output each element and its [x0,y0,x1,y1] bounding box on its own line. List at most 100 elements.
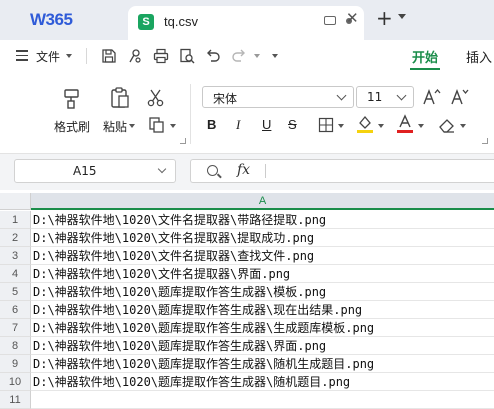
tab-insert[interactable]: 插入 [466,47,492,66]
increase-font-size-icon[interactable] [422,87,442,107]
chevron-down-icon [396,90,407,101]
italic-icon[interactable]: I [236,117,240,133]
document-tab-title: tq.csv [164,14,198,29]
paste-label[interactable]: 粘贴 [103,118,127,135]
file-menu[interactable]: 文件 [36,48,60,65]
print-icon[interactable] [152,47,170,65]
font-name-select[interactable]: 宋体 [202,86,354,108]
cell-a[interactable]: D:\神器软件地\1020\题库提取作答生成器\界面.png [31,337,494,355]
formula-separator [265,164,266,178]
borders-dropdown-icon[interactable] [338,124,344,128]
document-tab[interactable]: S tq.csv [128,6,364,40]
file-menu-caret-icon[interactable] [66,54,72,58]
name-box[interactable]: A15 [14,159,176,183]
underline-icon[interactable]: U [262,117,271,132]
row-header[interactable]: 5 [0,283,31,301]
cell-a[interactable]: D:\神器软件地\1020\文件名提取器\带路径提取.png [31,211,494,229]
fill-color-icon[interactable] [356,114,374,134]
cell-a[interactable]: D:\神器软件地\1020\文件名提取器\界面.png [31,265,494,283]
paste-dropdown-icon[interactable] [129,124,135,128]
cell-a[interactable]: D:\神器软件地\1020\文件名提取器\查找文件.png [31,247,494,265]
redo-icon[interactable] [230,47,248,65]
clipboard-group-launcher-icon[interactable] [180,138,186,144]
table-row: 8 D:\神器软件地\1020\题库提取作答生成器\界面.png [0,337,494,355]
format-painter-icon[interactable] [60,86,84,110]
redo-dropdown-icon[interactable] [254,54,260,58]
table-row: 4 D:\神器软件地\1020\文件名提取器\界面.png [0,265,494,283]
tab-home-underline [410,68,440,70]
screen-icon[interactable] [324,16,336,25]
select-all-corner[interactable] [0,193,31,210]
format-painter-label[interactable]: 格式刷 [54,118,90,135]
title-tab-bar: W365 S tq.csv ✕ + [0,0,494,40]
row-header[interactable]: 6 [0,301,31,319]
undo-icon[interactable] [204,47,222,65]
save-icon[interactable] [100,47,118,65]
table-row: 11 [0,391,494,409]
row-header[interactable]: 8 [0,337,31,355]
row-header[interactable]: 7 [0,319,31,337]
row-header[interactable]: 4 [0,265,31,283]
hamburger-menu-icon[interactable] [16,50,28,64]
fill-color-dropdown-icon[interactable] [378,124,384,128]
row-header[interactable]: 10 [0,373,31,391]
formula-bar: A15 fx [0,154,494,190]
table-row: 1 D:\神器软件地\1020\文件名提取器\带路径提取.png [0,211,494,229]
insert-function-icon[interactable]: fx [237,162,250,178]
chevron-down-icon [336,90,347,101]
paste-icon[interactable] [108,86,132,110]
copy-icon[interactable] [148,116,166,134]
table-row: 3 D:\神器软件地\1020\文件名提取器\查找文件.png [0,247,494,265]
borders-icon[interactable] [318,117,334,133]
table-row: 9 D:\神器软件地\1020\题库提取作答生成器\随机生成题目.png [0,355,494,373]
row-header[interactable]: 1 [0,211,31,229]
home-ribbon: 格式刷 粘贴 宋体 11 B I U S [0,72,494,154]
table-row: 5 D:\神器软件地\1020\题库提取作答生成器\模板.png [0,283,494,301]
bold-icon[interactable]: B [207,117,216,132]
cell-a[interactable]: D:\神器软件地\1020\文件名提取器\提取成功.png [31,229,494,247]
font-color-dropdown-icon[interactable] [418,124,424,128]
cell-a[interactable]: D:\神器软件地\1020\题库提取作答生成器\随机题目.png [31,373,494,391]
share-icon[interactable] [126,47,144,65]
cell-a[interactable]: D:\神器软件地\1020\题库提取作答生成器\模板.png [31,283,494,301]
row-header[interactable]: 2 [0,229,31,247]
table-row: 2 D:\神器软件地\1020\文件名提取器\提取成功.png [0,229,494,247]
copy-dropdown-icon[interactable] [170,124,176,128]
table-row: 10 D:\神器软件地\1020\题库提取作答生成器\随机题目.png [0,373,494,391]
cut-icon[interactable] [146,88,166,108]
spreadsheet-file-icon: S [138,14,154,30]
zoom-icon[interactable] [207,165,218,176]
font-name-value: 宋体 [213,92,238,106]
clear-format-icon[interactable] [438,116,456,134]
font-size-value: 11 [367,90,383,104]
strikethrough-icon[interactable]: S [288,117,297,132]
clear-format-dropdown-icon[interactable] [460,124,466,128]
wps365-logo[interactable]: W365 [30,10,73,30]
quick-access-separator [86,48,87,64]
row-header[interactable]: 3 [0,247,31,265]
menu-bar: 文件 开始 插入 [0,40,494,72]
tab-home[interactable]: 开始 [412,47,438,66]
cell-a[interactable]: D:\神器软件地\1020\题库提取作答生成器\现在出结果.png [31,301,494,319]
row-header[interactable]: 11 [0,391,31,409]
cell-a[interactable] [31,391,494,409]
print-preview-icon[interactable] [178,47,196,65]
font-group-launcher-icon[interactable] [482,138,488,144]
name-box-value: A15 [73,164,97,178]
cell-a[interactable]: D:\神器软件地\1020\题库提取作答生成器\生成题库模板.png [31,319,494,337]
decrease-font-size-icon[interactable] [450,87,470,107]
formula-input[interactable]: fx [190,159,494,183]
row-header[interactable]: 9 [0,355,31,373]
quick-access-more-icon[interactable] [272,54,278,58]
close-tab-icon[interactable]: ✕ [346,9,359,27]
chevron-down-icon [157,164,167,174]
font-color-icon[interactable] [396,114,414,134]
new-tab-icon[interactable]: + [376,8,393,28]
cell-a[interactable]: D:\神器软件地\1020\题库提取作答生成器\随机生成题目.png [31,355,494,373]
table-row: 6 D:\神器软件地\1020\题库提取作答生成器\现在出结果.png [0,301,494,319]
new-tab-dropdown-icon[interactable] [398,14,406,19]
font-size-select[interactable]: 11 [356,86,414,108]
column-header-a[interactable]: A [31,193,494,210]
table-row: 7 D:\神器软件地\1020\题库提取作答生成器\生成题库模板.png [0,319,494,337]
spreadsheet-grid: A 1 D:\神器软件地\1020\文件名提取器\带路径提取.png 2 D:\神器软… [0,193,494,409]
